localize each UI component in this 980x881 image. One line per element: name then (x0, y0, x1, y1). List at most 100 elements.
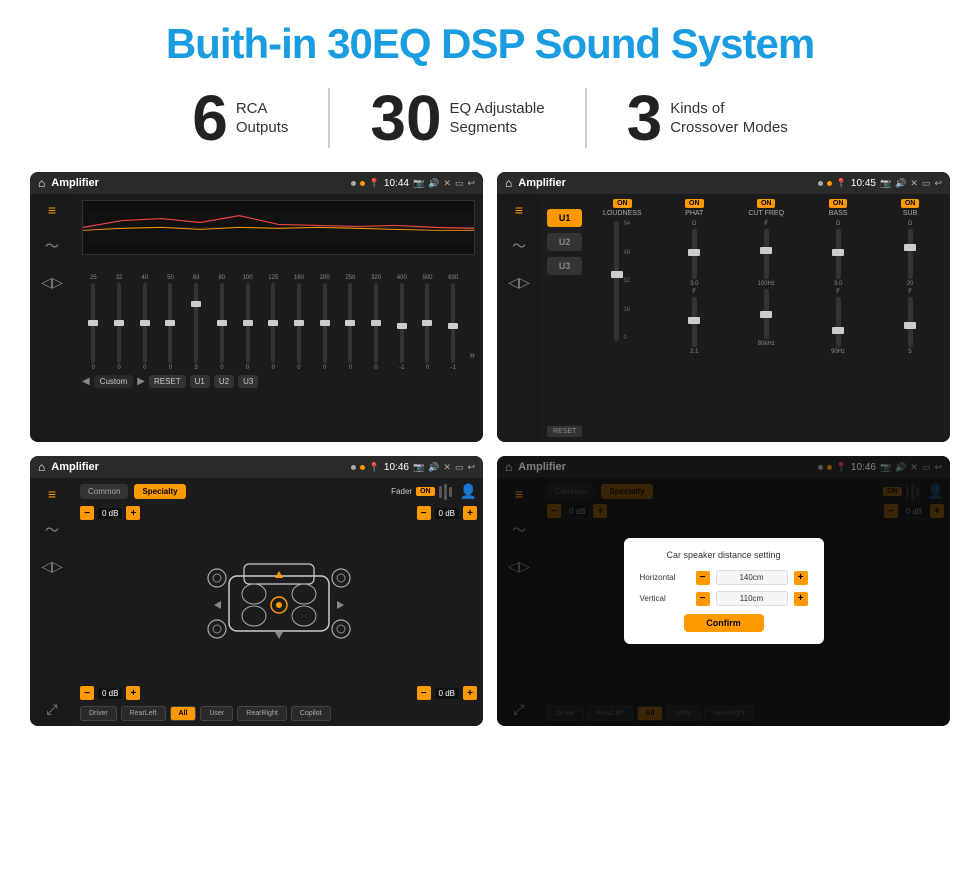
eq-thumb-50[interactable] (165, 320, 175, 326)
status-dot-2 (360, 181, 365, 186)
sidebar-vol-icon[interactable]: ◁▷ (41, 274, 63, 291)
db-minus-fr[interactable]: − (417, 506, 431, 520)
copilot-btn[interactable]: Copilot (291, 706, 331, 721)
all-btn[interactable]: All (170, 706, 197, 721)
eq-thumb-250[interactable] (345, 320, 355, 326)
eq-thumb-400[interactable] (397, 323, 407, 329)
db-minus-rl[interactable]: − (80, 686, 94, 700)
dialog-horizontal-plus[interactable]: + (794, 571, 808, 585)
bass-f-thumb[interactable] (832, 327, 844, 334)
db-minus-rr[interactable]: − (417, 686, 431, 700)
db-plus-rl[interactable]: + (126, 686, 140, 700)
eq-track-400[interactable] (400, 283, 404, 363)
bass-f-fader[interactable] (836, 297, 841, 347)
phat-f-thumb[interactable] (688, 317, 700, 324)
confirm-button[interactable]: Confirm (684, 614, 764, 632)
eq-thumb-500[interactable] (422, 320, 432, 326)
db-minus-fl[interactable]: − (80, 506, 94, 520)
back-icon-amp[interactable]: ↩ (934, 178, 942, 189)
eq-chevron-right[interactable]: » (470, 350, 476, 371)
sub-g-thumb[interactable] (904, 244, 916, 251)
sidebar-cross-vol-icon[interactable]: ◁▷ (41, 558, 63, 575)
cutfreq-f-fader[interactable] (764, 229, 769, 279)
eq-track-40[interactable] (143, 283, 147, 363)
eq-thumb-63[interactable] (191, 301, 201, 307)
loudness-fader[interactable] (614, 221, 619, 341)
eq-thumb-630[interactable] (448, 323, 458, 329)
eq-next-btn[interactable]: ▶ (137, 376, 145, 387)
eq-thumb-160[interactable] (294, 320, 304, 326)
eq-u1-btn[interactable]: U1 (190, 375, 210, 388)
preset-u1-btn[interactable]: U1 (547, 209, 582, 227)
eq-track-80[interactable] (220, 283, 224, 363)
preset-u3-btn[interactable]: U3 (547, 257, 582, 275)
eq-track-320[interactable] (374, 283, 378, 363)
cutfreq-f-thumb[interactable] (760, 247, 772, 254)
eq-reset-btn[interactable]: RESET (149, 375, 186, 388)
dialog-vertical-minus[interactable]: − (696, 592, 710, 606)
tab-common-btn[interactable]: Common (80, 484, 128, 499)
cutfreq-thumb2[interactable] (760, 311, 772, 318)
eq-track-100[interactable] (246, 283, 250, 363)
db-plus-fl[interactable]: + (126, 506, 140, 520)
sub-f-thumb[interactable] (904, 322, 916, 329)
phat-g-thumb[interactable] (688, 249, 700, 256)
eq-u3-btn[interactable]: U3 (238, 375, 258, 388)
rearleft-btn[interactable]: RearLeft (121, 706, 166, 721)
sidebar-amp-wave-icon[interactable]: 〜 (512, 236, 526, 256)
sidebar-cross-wave-icon[interactable]: 〜 (45, 520, 59, 540)
home-icon-amp[interactable]: ⌂ (505, 176, 512, 190)
eq-thumb-125[interactable] (268, 320, 278, 326)
eq-thumb-200[interactable] (320, 320, 330, 326)
driver-btn[interactable]: Driver (80, 706, 117, 721)
loudness-thumb[interactable] (611, 271, 623, 278)
bass-g-thumb[interactable] (832, 249, 844, 256)
eq-thumb-100[interactable] (243, 320, 253, 326)
page-wrapper: Buith-in 30EQ DSP Sound System 6 RCAOutp… (0, 0, 980, 746)
dialog-vertical-plus[interactable]: + (794, 592, 808, 606)
sub-g-fader[interactable] (908, 229, 913, 279)
eq-track-630[interactable] (451, 283, 455, 363)
eq-track-32[interactable] (117, 283, 121, 363)
sidebar-cross-eq-icon[interactable]: ≡ (48, 486, 56, 502)
preset-u2-btn[interactable]: U2 (547, 233, 582, 251)
sidebar-eq-icon[interactable]: ≡ (48, 202, 56, 218)
eq-thumb-32[interactable] (114, 320, 124, 326)
eq-track-160[interactable] (297, 283, 301, 363)
eq-thumb-40[interactable] (140, 320, 150, 326)
phat-g-fader[interactable] (692, 229, 697, 279)
home-icon-eq[interactable]: ⌂ (38, 176, 45, 190)
cutfreq-fader2[interactable] (764, 289, 769, 339)
eq-track-125[interactable] (271, 283, 275, 363)
eq-thumb-320[interactable] (371, 320, 381, 326)
fader-lines[interactable] (439, 484, 452, 500)
amp-reset-btn[interactable]: RESET (547, 426, 582, 437)
eq-u2-btn[interactable]: U2 (214, 375, 234, 388)
sidebar-cross-expand-icon[interactable]: ⤢ (46, 701, 57, 718)
eq-track-25[interactable] (91, 283, 95, 363)
bass-g-fader[interactable] (836, 229, 841, 279)
rearright-btn[interactable]: RearRight (237, 706, 287, 721)
home-icon-cross[interactable]: ⌂ (38, 460, 45, 474)
sub-f-fader[interactable] (908, 297, 913, 347)
user-btn[interactable]: User (200, 706, 233, 721)
eq-thumb-25[interactable] (88, 320, 98, 326)
db-plus-fr[interactable]: + (463, 506, 477, 520)
eq-track-200[interactable] (323, 283, 327, 363)
back-icon-cross[interactable]: ↩ (467, 462, 475, 473)
eq-thumb-80[interactable] (217, 320, 227, 326)
dialog-horizontal-minus[interactable]: − (696, 571, 710, 585)
eq-track-500[interactable] (425, 283, 429, 363)
back-icon-eq[interactable]: ↩ (467, 178, 475, 189)
phat-f-fader[interactable] (692, 297, 697, 347)
eq-prev-btn[interactable]: ◀ (82, 376, 90, 387)
eq-track-50[interactable] (168, 283, 172, 363)
eq-track-250[interactable] (348, 283, 352, 363)
db-plus-rr[interactable]: + (463, 686, 477, 700)
tab-specialty-btn[interactable]: Specialty (134, 484, 185, 499)
status-bar-eq: ⌂ Amplifier 📍 10:44 📷 🔊 ✕ ▭ ↩ (30, 172, 483, 194)
sidebar-amp-eq-icon[interactable]: ≡ (515, 202, 523, 218)
sidebar-amp-vol-icon[interactable]: ◁▷ (508, 274, 530, 291)
eq-track-63[interactable] (194, 283, 198, 363)
sidebar-wave-icon[interactable]: 〜 (45, 236, 59, 256)
